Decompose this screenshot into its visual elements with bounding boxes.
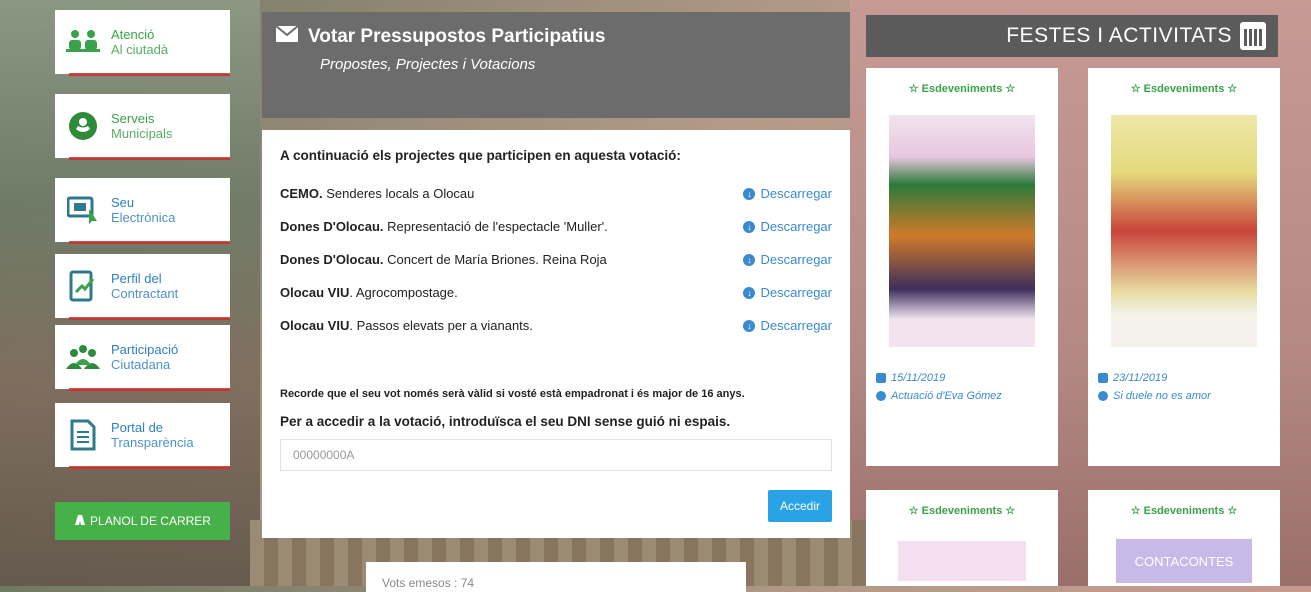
download-icon: ↓ (743, 286, 756, 299)
sidebar-item-label: Perfil del (111, 271, 162, 286)
sidebar-item-sublabel: Transparència (111, 435, 194, 450)
sidebar-item-sublabel: Ciutadana (111, 357, 171, 372)
info-icon (876, 391, 886, 401)
events-header: FESTES I ACTIVITATS (866, 15, 1278, 57)
project-row: CEMO. Senderes locals a Olocau ↓ Descarre… (280, 177, 832, 210)
street-map-button[interactable]: PLANOL DE CARRER (55, 502, 230, 540)
sidebar-item-label: Portal de (111, 420, 164, 435)
group-icon (65, 339, 101, 375)
event-poster (898, 541, 1026, 581)
submit-button[interactable]: Accedir (768, 490, 832, 522)
file-list-icon (65, 417, 101, 453)
project-org: CEMO. (280, 186, 323, 201)
sidebar-item-participacio[interactable]: Participació Ciutadana (55, 325, 230, 391)
event-card[interactable]: ☆ Esdeveniments ☆ (866, 490, 1058, 586)
event-tag: ☆ Esdeveniments ☆ (908, 83, 1016, 95)
sidebar-item-transparencia[interactable]: Portal de Transparència (55, 403, 230, 469)
download-icon: ↓ (743, 319, 756, 332)
projects-intro: A continuació els projectes que particip… (280, 148, 681, 163)
document-edit-icon (65, 268, 101, 304)
event-card[interactable]: ☆ Esdeveniments ☆ 15/11/2019 Actuació d'… (866, 68, 1058, 466)
sidebar-item-serveis[interactable]: Serveis Municipals (55, 94, 230, 160)
event-card[interactable]: ☆ Esdeveniments ☆ 23/11/2019 Si duele no… (1088, 68, 1280, 466)
sidebar-item-sublabel: Contractant (111, 286, 179, 301)
sidebar-item-atencio[interactable]: Atenció Al ciutadà (55, 10, 230, 76)
calendar-icon (876, 373, 886, 383)
event-tag: ☆ Esdeveniments ☆ (1130, 505, 1238, 517)
project-desc: Representació de l'espectacle 'Muller'. (387, 219, 608, 234)
event-card[interactable]: ☆ Esdeveniments ☆ CONTACONTES (1088, 490, 1280, 586)
project-org: Olocau VIU (280, 285, 350, 300)
sidebar-item-sublabel: Electrònica (111, 210, 176, 225)
project-desc: . Agrocompostage. (349, 285, 458, 300)
event-tag: ☆ Esdeveniments ☆ (908, 505, 1016, 517)
contacontes-button[interactable]: CONTACONTES (1116, 539, 1252, 583)
sidebar-item-label: Participació (111, 342, 179, 357)
dni-placeholder: 00000000A (293, 448, 355, 462)
download-icon: ↓ (743, 220, 756, 233)
voting-header: Votar Pressupostos Participatius Propost… (262, 12, 850, 118)
hand-heart-icon (65, 108, 101, 144)
calendar-icon (1240, 22, 1266, 50)
eligibility-notice: Recorde que el seu vot només serà vàlid … (280, 388, 745, 400)
sidebar-item-sublabel: Municipals (111, 126, 173, 141)
download-link[interactable]: ↓ Descarregar (743, 318, 832, 333)
download-link[interactable]: ↓ Descarregar (743, 186, 832, 201)
event-tag: ☆ Esdeveniments ☆ (1130, 83, 1238, 95)
project-desc: . Passos elevats per a vianants. (349, 318, 533, 333)
map-icon (74, 514, 86, 529)
event-poster (889, 115, 1035, 347)
page-subtitle: Propostes, Projectes i Votacions (320, 56, 536, 73)
project-org: Dones D'Olocau. (280, 219, 384, 234)
sidebar-item-label: Atenció (111, 27, 155, 42)
project-org: Dones D'Olocau. (280, 252, 384, 267)
event-date: 15/11/2019 (891, 372, 946, 384)
page-title: Votar Pressupostos Participatius (308, 26, 606, 47)
event-title[interactable]: Actuació d'Eva Gómez (891, 387, 1002, 405)
dni-instruction: Per a accedir a la votació, introduïsca … (280, 414, 731, 429)
project-desc: Senderes locals a Olocau (326, 186, 475, 201)
sidebar-item-label: Serveis (111, 111, 155, 126)
download-link[interactable]: ↓ Descarregar (743, 285, 832, 300)
project-row: Dones D'Olocau. Representació de l'espec… (280, 210, 832, 243)
project-desc: Concert de María Briones. Reina Roja (387, 252, 607, 267)
info-icon (1098, 391, 1108, 401)
project-row: Olocau VIU. Agrocompostage. ↓ Descarregar (280, 276, 832, 309)
download-link[interactable]: ↓ Descarregar (743, 252, 832, 267)
download-icon: ↓ (743, 253, 756, 266)
event-poster (1111, 115, 1257, 347)
events-title: FESTES I ACTIVITATS (1006, 24, 1232, 47)
download-icon: ↓ (743, 187, 756, 200)
people-desk-icon (65, 24, 101, 60)
download-link[interactable]: ↓ Descarregar (743, 219, 832, 234)
sidebar-item-label: Seu (111, 195, 135, 210)
voting-panel: A continuació els projectes que particip… (262, 130, 850, 538)
monitor-click-icon (65, 192, 101, 228)
project-org: Olocau VIU (280, 318, 350, 333)
project-row: Dones D'Olocau. Concert de María Briones… (280, 243, 832, 276)
street-map-label: PLANOL DE CARRER (90, 514, 211, 528)
envelope-icon (275, 25, 299, 48)
calendar-icon (1098, 373, 1108, 383)
votes-count: Vots emesos : 74 (366, 562, 746, 592)
sidebar-item-sublabel: Al ciutadà (111, 42, 169, 57)
project-row: Olocau VIU. Passos elevats per a vianant… (280, 309, 832, 342)
dni-input[interactable]: 00000000A (280, 439, 832, 471)
event-date: 23/11/2019 (1113, 372, 1168, 384)
sidebar-item-perfil[interactable]: Perfil del Contractant (55, 254, 230, 320)
sidebar-item-seu[interactable]: Seu Electrònica (55, 178, 230, 244)
event-title[interactable]: Si duele no es amor (1113, 387, 1211, 405)
